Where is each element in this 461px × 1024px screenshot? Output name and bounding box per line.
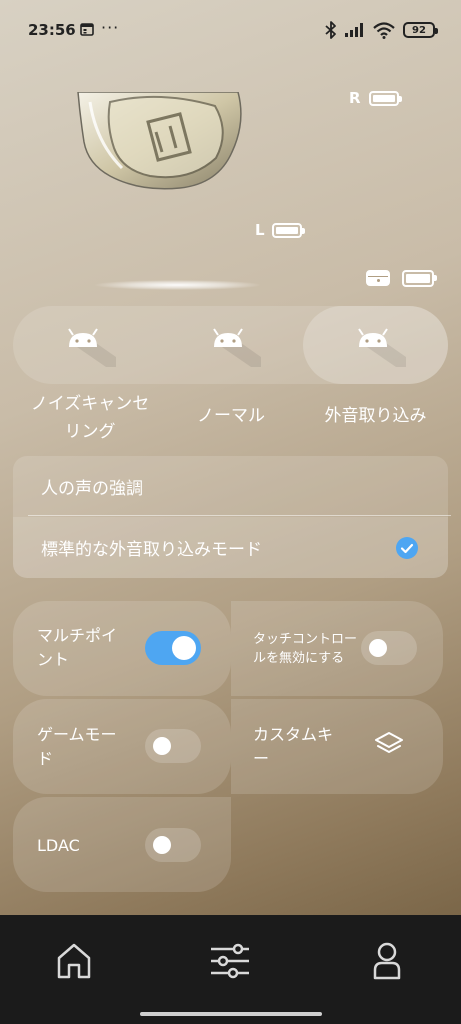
equalizer-sliders-icon[interactable] xyxy=(209,943,251,979)
multipoint-toggle[interactable] xyxy=(145,631,201,665)
touch-disable-label-1: タッチコントロー xyxy=(253,632,358,647)
ambient-options-panel: 人の声の強調 標準的な外音取り込みモード xyxy=(13,456,448,578)
game-mode-toggle[interactable] xyxy=(145,729,201,763)
option-standard-ambient[interactable]: 標準的な外音取り込みモード xyxy=(13,517,448,578)
status-time: 23:56 xyxy=(28,21,76,39)
mode-ambient[interactable] xyxy=(303,306,448,384)
more-notifications-icon: ··· xyxy=(101,18,120,37)
earbud-image xyxy=(77,92,242,190)
mode-normal[interactable] xyxy=(158,306,303,384)
game-mode-label-2: ド xyxy=(37,749,54,768)
calendar-notification-icon xyxy=(80,23,94,36)
custom-key-label-1: カスタムキ xyxy=(253,725,334,744)
game-mode-label-1: ゲームモー xyxy=(37,725,117,744)
home-icon[interactable] xyxy=(56,942,92,980)
ldac-label: LDAC xyxy=(37,836,80,855)
touch-disable-toggle[interactable] xyxy=(361,631,417,665)
options-divider xyxy=(28,515,451,516)
system-home-indicator[interactable] xyxy=(140,1012,322,1016)
mode-label-noise-cancelling: ノイズキャンセ リング xyxy=(30,394,150,442)
profile-icon[interactable] xyxy=(372,941,402,981)
mode-label-ambient: 外音取り込み xyxy=(324,406,427,426)
multipoint-label-1: マルチポイ xyxy=(37,626,118,645)
toggle-knob xyxy=(153,836,171,854)
android-icon xyxy=(212,328,261,367)
bluetooth-icon xyxy=(325,21,336,39)
phone-battery-percent: 92 xyxy=(412,24,426,36)
wifi-icon xyxy=(373,21,395,39)
android-icon xyxy=(67,328,116,367)
option-standard-ambient-label: 標準的な外音取り込みモード xyxy=(41,540,262,560)
case-battery xyxy=(402,270,437,287)
multipoint-label-2: ント xyxy=(37,650,70,669)
touch-disable-label-2: ルを無効にする xyxy=(253,651,345,666)
status-bar: 23:56 ··· 92 xyxy=(0,0,461,60)
earbud-shadow xyxy=(95,280,260,290)
phone-battery-indicator: 92 xyxy=(403,22,438,38)
check-circle-icon xyxy=(396,537,418,559)
left-earbud-label: L xyxy=(255,221,265,239)
mode-label-normal: ノーマル xyxy=(197,406,265,426)
left-earbud-battery xyxy=(272,223,305,238)
cellular-signal-icon xyxy=(345,23,363,37)
bottom-navigation xyxy=(0,915,461,1024)
right-earbud-battery xyxy=(369,91,402,106)
android-icon xyxy=(357,328,406,367)
option-voice-emphasis-label: 人の声の強調 xyxy=(41,479,143,499)
mode-noise-cancelling[interactable] xyxy=(13,306,158,384)
right-earbud-label: R xyxy=(349,89,361,107)
custom-key-label-2: ー xyxy=(253,749,270,768)
toggle-knob xyxy=(172,636,196,660)
layers-icon xyxy=(375,732,403,753)
ldac-toggle[interactable] xyxy=(145,828,201,862)
option-voice-emphasis[interactable]: 人の声の強調 xyxy=(13,456,448,517)
charging-case-icon xyxy=(366,270,390,286)
toggle-knob xyxy=(153,737,171,755)
toggle-knob xyxy=(369,639,387,657)
